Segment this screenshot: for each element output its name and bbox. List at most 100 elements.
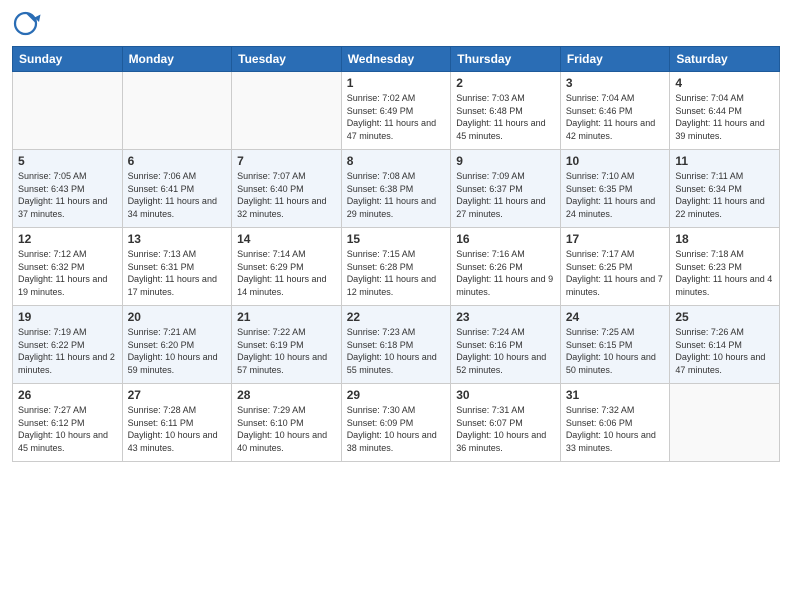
day-info: Sunrise: 7:13 AM Sunset: 6:31 PM Dayligh… (128, 248, 227, 298)
calendar-cell: 8 Sunrise: 7:08 AM Sunset: 6:38 PM Daylig… (341, 150, 451, 228)
logo (12, 10, 46, 40)
day-info: Sunrise: 7:28 AM Sunset: 6:11 PM Dayligh… (128, 404, 227, 454)
calendar-cell: 23 Sunrise: 7:24 AM Sunset: 6:16 PM Dayli… (451, 306, 561, 384)
day-info: Sunrise: 7:14 AM Sunset: 6:29 PM Dayligh… (237, 248, 336, 298)
week-row-2: 5 Sunrise: 7:05 AM Sunset: 6:43 PM Daylig… (13, 150, 780, 228)
day-info: Sunrise: 7:27 AM Sunset: 6:12 PM Dayligh… (18, 404, 117, 454)
day-info: Sunrise: 7:02 AM Sunset: 6:49 PM Dayligh… (347, 92, 446, 142)
calendar-header-row: SundayMondayTuesdayWednesdayThursdayFrid… (13, 47, 780, 72)
day-info: Sunrise: 7:26 AM Sunset: 6:14 PM Dayligh… (675, 326, 774, 376)
calendar-cell (670, 384, 780, 462)
day-number: 11 (675, 154, 774, 168)
calendar-cell: 29Sunrise: 7:30 AM Sunset: 6:09 PM Dayli… (341, 384, 451, 462)
day-info: Sunrise: 7:25 AM Sunset: 6:15 PM Dayligh… (566, 326, 665, 376)
day-info: Sunrise: 7:31 AM Sunset: 6:07 PM Dayligh… (456, 404, 555, 454)
day-info: Sunrise: 7:29 AM Sunset: 6:10 PM Dayligh… (237, 404, 336, 454)
calendar-cell: 17Sunrise: 7:17 AM Sunset: 6:25 PM Dayli… (560, 228, 670, 306)
day-number: 12 (18, 232, 117, 246)
calendar-header-friday: Friday (560, 47, 670, 72)
day-number: 21 (237, 310, 336, 324)
day-info: Sunrise: 7:05 AM Sunset: 6:43 PM Dayligh… (18, 170, 117, 220)
calendar-cell: 7Sunrise: 7:07 AM Sunset: 6:40 PM Daylig… (232, 150, 342, 228)
calendar-cell (232, 72, 342, 150)
page: SundayMondayTuesdayWednesdayThursdayFrid… (0, 0, 792, 612)
day-number: 28 (237, 388, 336, 402)
day-number: 13 (128, 232, 227, 246)
day-number: 7 (237, 154, 336, 168)
day-number: 25 (675, 310, 774, 324)
day-info: Sunrise: 7:10 AM Sunset: 6:35 PM Dayligh… (566, 170, 665, 220)
logo-icon (12, 10, 42, 40)
day-number: 4 (675, 76, 774, 90)
calendar-cell: 3 Sunrise: 7:04 AM Sunset: 6:46 PM Daylig… (560, 72, 670, 150)
day-info: Sunrise: 7:04 AM Sunset: 6:44 PM Dayligh… (675, 92, 774, 142)
day-number: 9 (456, 154, 555, 168)
day-number: 10 (566, 154, 665, 168)
day-number: 19 (18, 310, 117, 324)
calendar-cell: 9 Sunrise: 7:09 AM Sunset: 6:37 PM Daylig… (451, 150, 561, 228)
day-info: Sunrise: 7:24 AM Sunset: 6:16 PM Dayligh… (456, 326, 555, 376)
calendar-cell: 1 Sunrise: 7:02 AM Sunset: 6:49 PM Daylig… (341, 72, 451, 150)
day-number: 22 (347, 310, 446, 324)
calendar-header-thursday: Thursday (451, 47, 561, 72)
calendar-cell: 15Sunrise: 7:15 AM Sunset: 6:28 PM Dayli… (341, 228, 451, 306)
calendar-cell: 5 Sunrise: 7:05 AM Sunset: 6:43 PM Daylig… (13, 150, 123, 228)
day-info: Sunrise: 7:19 AM Sunset: 6:22 PM Dayligh… (18, 326, 117, 376)
calendar-cell: 14 Sunrise: 7:14 AM Sunset: 6:29 PM Dayli… (232, 228, 342, 306)
calendar-cell: 12 Sunrise: 7:12 AM Sunset: 6:32 PM Dayli… (13, 228, 123, 306)
day-number: 20 (128, 310, 227, 324)
calendar-cell: 26Sunrise: 7:27 AM Sunset: 6:12 PM Dayli… (13, 384, 123, 462)
calendar-cell: 24 Sunrise: 7:25 AM Sunset: 6:15 PM Dayli… (560, 306, 670, 384)
calendar-table: SundayMondayTuesdayWednesdayThursdayFrid… (12, 46, 780, 462)
day-info: Sunrise: 7:32 AM Sunset: 6:06 PM Dayligh… (566, 404, 665, 454)
day-info: Sunrise: 7:06 AM Sunset: 6:41 PM Dayligh… (128, 170, 227, 220)
calendar-header-monday: Monday (122, 47, 232, 72)
header (12, 10, 780, 40)
day-number: 1 (347, 76, 446, 90)
day-info: Sunrise: 7:15 AM Sunset: 6:28 PM Dayligh… (347, 248, 446, 298)
calendar-cell: 6Sunrise: 7:06 AM Sunset: 6:41 PM Daylig… (122, 150, 232, 228)
day-number: 27 (128, 388, 227, 402)
calendar-cell: 16 Sunrise: 7:16 AM Sunset: 6:26 PM Dayli… (451, 228, 561, 306)
week-row-3: 12 Sunrise: 7:12 AM Sunset: 6:32 PM Dayli… (13, 228, 780, 306)
calendar-header-sunday: Sunday (13, 47, 123, 72)
calendar-cell: 13 Sunrise: 7:13 AM Sunset: 6:31 PM Dayli… (122, 228, 232, 306)
day-number: 16 (456, 232, 555, 246)
calendar-header-saturday: Saturday (670, 47, 780, 72)
calendar-header-tuesday: Tuesday (232, 47, 342, 72)
day-number: 18 (675, 232, 774, 246)
calendar-cell: 28 Sunrise: 7:29 AM Sunset: 6:10 PM Dayli… (232, 384, 342, 462)
week-row-5: 26Sunrise: 7:27 AM Sunset: 6:12 PM Dayli… (13, 384, 780, 462)
calendar-cell: 10 Sunrise: 7:10 AM Sunset: 6:35 PM Dayli… (560, 150, 670, 228)
day-number: 31 (566, 388, 665, 402)
day-info: Sunrise: 7:03 AM Sunset: 6:48 PM Dayligh… (456, 92, 555, 142)
day-info: Sunrise: 7:23 AM Sunset: 6:18 PM Dayligh… (347, 326, 446, 376)
calendar-cell: 20Sunrise: 7:21 AM Sunset: 6:20 PM Dayli… (122, 306, 232, 384)
day-info: Sunrise: 7:12 AM Sunset: 6:32 PM Dayligh… (18, 248, 117, 298)
calendar-cell: 11 Sunrise: 7:11 AM Sunset: 6:34 PM Dayli… (670, 150, 780, 228)
calendar-cell: 31 Sunrise: 7:32 AM Sunset: 6:06 PM Dayli… (560, 384, 670, 462)
day-info: Sunrise: 7:09 AM Sunset: 6:37 PM Dayligh… (456, 170, 555, 220)
day-info: Sunrise: 7:17 AM Sunset: 6:25 PM Dayligh… (566, 248, 665, 298)
day-number: 3 (566, 76, 665, 90)
calendar-cell: 21 Sunrise: 7:22 AM Sunset: 6:19 PM Dayli… (232, 306, 342, 384)
day-info: Sunrise: 7:08 AM Sunset: 6:38 PM Dayligh… (347, 170, 446, 220)
day-info: Sunrise: 7:11 AM Sunset: 6:34 PM Dayligh… (675, 170, 774, 220)
day-number: 30 (456, 388, 555, 402)
calendar-cell: 22 Sunrise: 7:23 AM Sunset: 6:18 PM Dayli… (341, 306, 451, 384)
day-number: 14 (237, 232, 336, 246)
day-number: 23 (456, 310, 555, 324)
day-info: Sunrise: 7:18 AM Sunset: 6:23 PM Dayligh… (675, 248, 774, 298)
day-number: 8 (347, 154, 446, 168)
day-info: Sunrise: 7:16 AM Sunset: 6:26 PM Dayligh… (456, 248, 555, 298)
day-info: Sunrise: 7:04 AM Sunset: 6:46 PM Dayligh… (566, 92, 665, 142)
calendar-cell (13, 72, 123, 150)
day-info: Sunrise: 7:22 AM Sunset: 6:19 PM Dayligh… (237, 326, 336, 376)
calendar-header-wednesday: Wednesday (341, 47, 451, 72)
day-number: 5 (18, 154, 117, 168)
calendar-cell: 27 Sunrise: 7:28 AM Sunset: 6:11 PM Dayli… (122, 384, 232, 462)
day-number: 24 (566, 310, 665, 324)
calendar-cell (122, 72, 232, 150)
calendar-cell: 4 Sunrise: 7:04 AM Sunset: 6:44 PM Daylig… (670, 72, 780, 150)
calendar-cell: 30 Sunrise: 7:31 AM Sunset: 6:07 PM Dayli… (451, 384, 561, 462)
